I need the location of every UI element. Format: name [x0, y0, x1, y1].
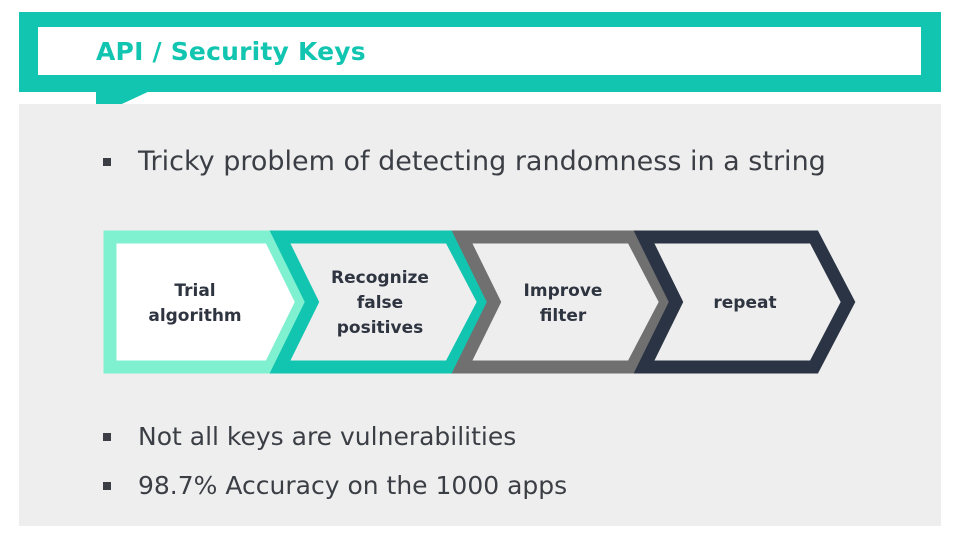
step-label-1: Trial algorithm	[148, 281, 242, 326]
step-label-3: Improve filter	[523, 281, 603, 326]
bullet-item: Not all keys are vulnerabilities	[103, 422, 516, 451]
bullet-square-icon	[103, 481, 111, 490]
bullet-item: 98.7% Accuracy on the 1000 apps	[103, 471, 567, 500]
bullet-square-icon	[103, 432, 111, 441]
bullet-text: 98.7% Accuracy on the 1000 apps	[138, 471, 568, 500]
step-label-4: repeat	[713, 293, 777, 313]
step-label-2: Recognize false positives	[331, 268, 429, 338]
process-flow	[103, 230, 856, 374]
bullet-text: Not all keys are vulnerabilities	[138, 422, 517, 451]
